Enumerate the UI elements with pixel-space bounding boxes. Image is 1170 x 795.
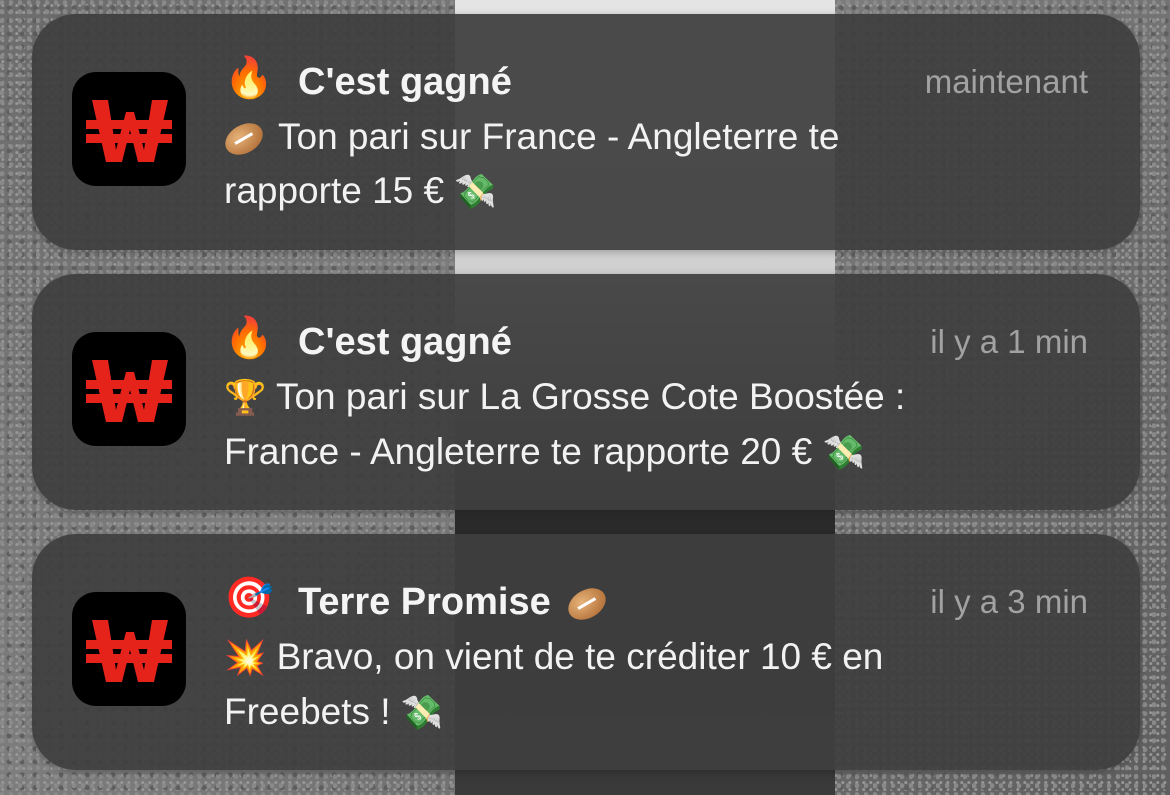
body-line-2: France - Angleterre te rapporte 20 € <box>224 431 813 472</box>
fire-icon: 🔥 <box>224 315 274 361</box>
w-logo-icon <box>86 360 172 422</box>
w-logo-icon <box>86 100 172 162</box>
notification-title: C'est gagné <box>298 321 512 363</box>
notification-1[interactable]: 🔥 C'est gagné maintenant Ton pari sur Fr… <box>32 14 1140 250</box>
money-with-wings-icon: 💸 <box>400 694 444 732</box>
notification-title: C'est gagné <box>298 61 512 103</box>
notification-time: il y a 1 min <box>930 323 1088 360</box>
trophy-icon: 🏆 <box>224 379 267 417</box>
notification-3[interactable]: 🎯 Terre Promise il y a 3 min 💥 Bravo, on… <box>32 534 1140 770</box>
notification-title: Terre Promise <box>298 574 612 630</box>
notification-body: 💥 Bravo, on vient de te créditer 10 € en… <box>224 630 1088 740</box>
body-line-1: Ton pari sur La Grosse Cote Boostée : <box>275 376 906 417</box>
money-with-wings-icon: 💸 <box>822 434 865 472</box>
rugby-ball-icon <box>563 581 612 627</box>
app-icon <box>72 592 186 706</box>
notification-time: maintenant <box>924 63 1088 100</box>
collision-icon: 💥 <box>224 639 267 677</box>
w-logo-icon <box>86 620 172 682</box>
app-icon <box>72 72 186 186</box>
notification-body: Ton pari sur France - Angleterre te rapp… <box>219 110 1088 219</box>
notification-time: il y a 3 min <box>930 583 1088 620</box>
dart-target-icon: 🎯 <box>224 575 274 621</box>
notification-body: 🏆 Ton pari sur La Grosse Cote Boostée : … <box>224 370 1088 480</box>
body-line-1: Bravo, on vient de te créditer 10 € en <box>276 636 884 677</box>
fire-icon: 🔥 <box>224 55 274 101</box>
body-line-2: Freebets ! <box>224 691 391 732</box>
rugby-ball-icon <box>219 117 269 162</box>
app-icon <box>72 332 186 446</box>
money-with-wings-icon: 💸 <box>454 173 497 211</box>
body-line-2: rapporte 15 € <box>224 170 445 211</box>
notification-2[interactable]: 🔥 C'est gagné il y a 1 min 🏆 Ton pari su… <box>32 274 1140 510</box>
notification-title-text: Terre Promise <box>298 581 551 623</box>
body-line-1: Ton pari sur France - Angleterre te <box>278 116 840 157</box>
